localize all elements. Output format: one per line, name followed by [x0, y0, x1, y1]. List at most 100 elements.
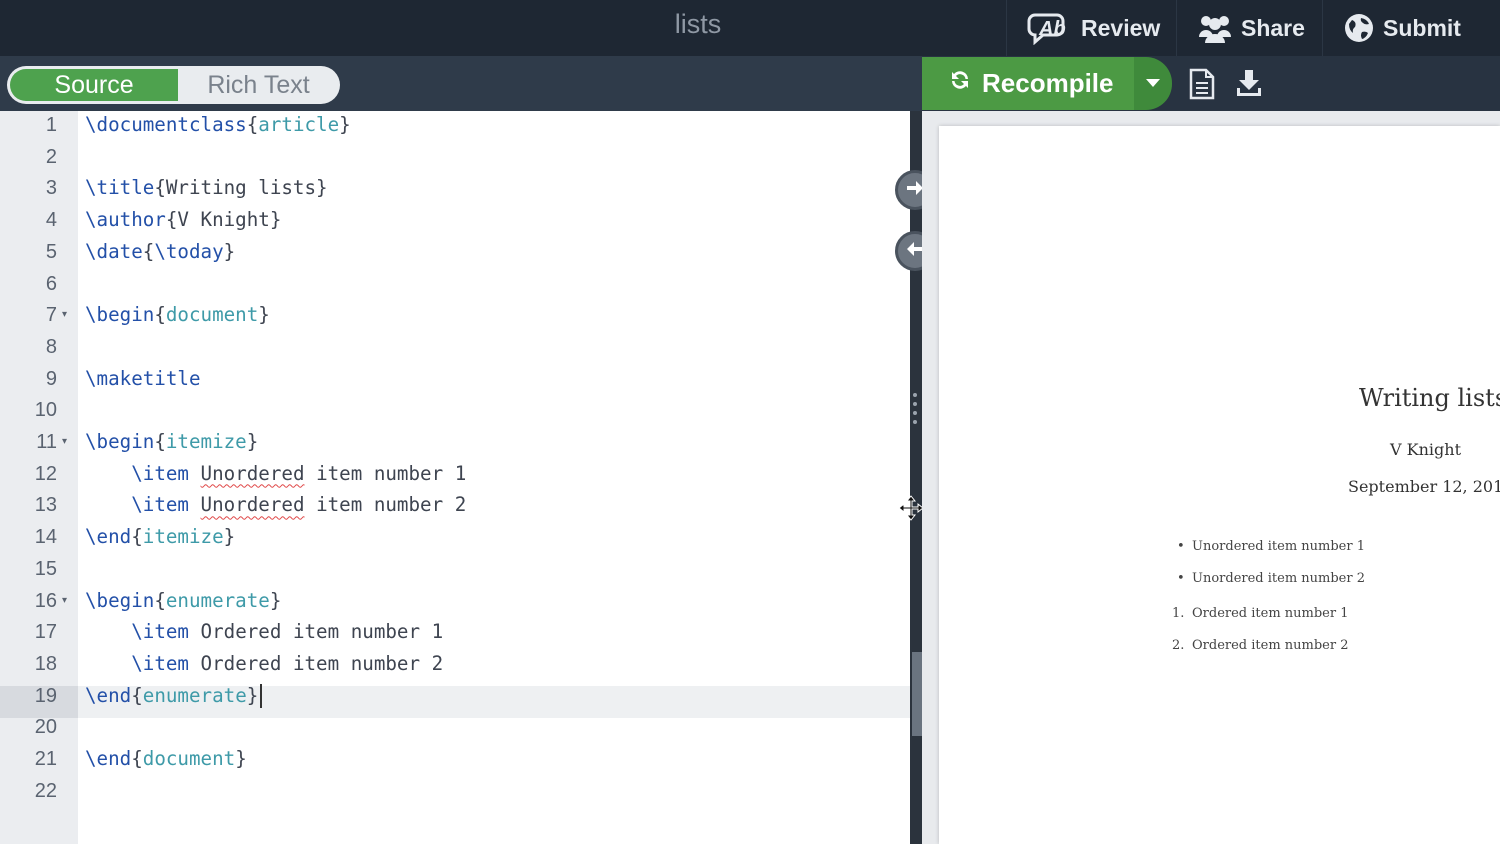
source-editor[interactable]: 1 \documentclass { article} 2 3 \title{Writing… [0, 111, 910, 844]
line-number: 13 [34, 494, 57, 517]
review-label: Review [1081, 14, 1161, 41]
pdf-author: V Knight [1390, 440, 1461, 459]
fold-toggle-icon[interactable]: ▾ [62, 426, 67, 458]
line-number: 5 [45, 240, 57, 263]
pdf-list-marker: • [1177, 571, 1185, 586]
code-line[interactable]: 12 \item Unordered item number 1 [0, 458, 910, 490]
latex-command: \date [85, 239, 143, 263]
caret-down-icon [1146, 75, 1160, 93]
line-number: 18 [34, 652, 57, 675]
latex-command: \end [85, 747, 132, 770]
pdf-date: September 12, 201 [1348, 477, 1500, 496]
divider-drag-handle[interactable] [913, 393, 919, 429]
code-line[interactable]: 9 \maketitle [0, 363, 910, 395]
code-text: \end{itemize} [85, 521, 235, 553]
code-line[interactable]: 3 \title{Writing lists} [0, 172, 910, 204]
pdf-list-item: Ordered item number 1 [1192, 606, 1349, 621]
latex-command: \title [85, 176, 155, 200]
code-token: } [258, 303, 270, 327]
code-token: { [154, 588, 166, 612]
code-line[interactable]: 20 [0, 711, 910, 743]
latex-command: \today [154, 239, 224, 263]
line-number: 3 [45, 177, 57, 200]
code-text: \date{\today} [85, 236, 235, 268]
line-number: 22 [34, 779, 57, 802]
code-text: \author{V Knight} [85, 204, 281, 236]
code-line[interactable]: 8 [0, 331, 910, 363]
users-icon [1197, 13, 1233, 43]
latex-argument: itemize [142, 525, 224, 549]
pdf-list-item: Ordered item number 2 [1192, 638, 1349, 653]
refresh-icon [948, 68, 972, 99]
text-cursor [260, 684, 263, 709]
review-button[interactable]: Ab Review [1006, 0, 1176, 56]
globe-icon [1343, 12, 1375, 44]
latex-argument: itemize [165, 430, 247, 453]
code-token: { [142, 239, 155, 263]
latex-argument: enumerate [142, 683, 247, 707]
rich-text-tab[interactable]: Rich Text [180, 69, 337, 101]
line-number: 19 [34, 684, 57, 707]
code-token: item number 1 [304, 461, 467, 485]
code-line[interactable]: 21 \end{document} [0, 743, 910, 775]
latex-command: \documentclass [85, 113, 247, 136]
latex-command: \end [85, 683, 132, 707]
logs-document-icon[interactable] [1188, 68, 1216, 105]
code-line[interactable]: 7 ▾ \begin{document} [0, 299, 910, 331]
pdf-list-marker: • [1177, 539, 1185, 554]
latex-command: \author [85, 208, 166, 232]
pdf-title: Writing lists [1359, 384, 1500, 412]
latex-argument: article [258, 113, 340, 136]
pdf-page[interactable]: Writing lists V Knight September 12, 201… [939, 126, 1500, 844]
latex-command: \maketitle [85, 366, 201, 390]
code-line[interactable]: 18 \item Ordered item number 2 [0, 648, 910, 680]
code-text: \end{document} [85, 743, 247, 775]
share-label: Share [1241, 14, 1305, 41]
editor-scrollbar-thumb[interactable] [912, 652, 922, 736]
code-line[interactable]: 14 \end{itemize} [0, 521, 910, 553]
source-tab[interactable]: Source [10, 69, 178, 101]
code-token: {V Knight} [165, 208, 282, 232]
code-line[interactable]: 19 \end{enumerate} [0, 680, 910, 712]
code-line[interactable]: 11 ▾ \begin{itemize} [0, 426, 910, 458]
code-line[interactable]: 10 [0, 394, 910, 426]
code-line[interactable]: 4 \author{V Knight} [0, 204, 910, 236]
code-token: { [154, 303, 166, 327]
code-token: Ordered item number 2 [188, 651, 444, 675]
move-cursor-icon [898, 495, 924, 526]
latex-argument: enumerate [165, 588, 270, 612]
code-token: } [235, 747, 247, 770]
recompile-button[interactable]: Recompile [922, 57, 1134, 110]
share-button[interactable]: Share [1176, 0, 1322, 56]
code-line[interactable]: 1 \documentclass{article} [0, 109, 910, 141]
fold-toggle-icon[interactable]: ▾ [62, 585, 67, 617]
code-line[interactable]: 22 [0, 775, 910, 807]
code-line[interactable]: 17 \item Ordered item number 1 [0, 616, 910, 648]
code-line[interactable]: 16 ▾ \begin{enumerate} [0, 585, 910, 617]
code-line[interactable]: 2 [0, 141, 910, 173]
code-token: } [269, 588, 282, 612]
latex-command: \begin [85, 588, 155, 612]
code-line[interactable]: 15 [0, 553, 910, 585]
download-icon[interactable] [1235, 68, 1263, 103]
latex-command: \item [131, 620, 189, 644]
code-text: \title{Writing lists} [85, 172, 328, 204]
latex-command: \item [131, 493, 189, 517]
code-line[interactable]: 6 [0, 268, 910, 300]
code-line[interactable]: 13 \item Unordered item number 2 [0, 489, 910, 521]
line-number: 1 [45, 114, 57, 136]
line-number: 17 [34, 621, 57, 644]
fold-toggle-icon[interactable]: ▾ [62, 299, 67, 331]
code-token: } [223, 239, 236, 263]
code-token: } [246, 683, 259, 707]
code-line[interactable]: 5 \date{\today} [0, 236, 910, 268]
submit-button[interactable]: Submit [1322, 0, 1500, 56]
line-number: 16 [34, 589, 57, 612]
line-number: 20 [34, 716, 57, 739]
line-number: 10 [34, 399, 57, 422]
line-number: 11 [36, 431, 57, 453]
